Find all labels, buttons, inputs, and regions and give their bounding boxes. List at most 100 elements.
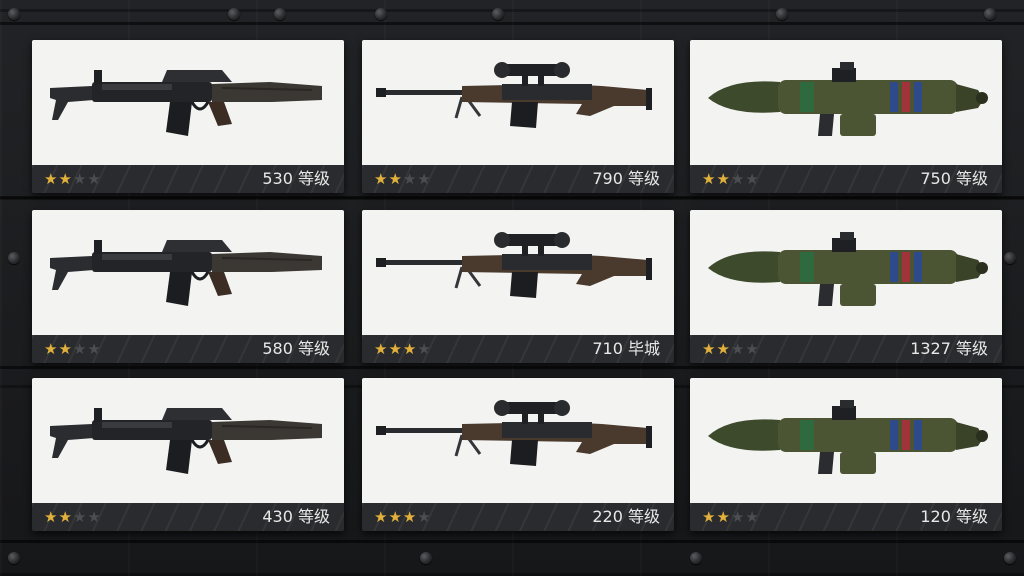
sniper-rifle-icon — [376, 400, 652, 466]
card-info-bar: ★★★★ 580 等级 — [32, 335, 344, 363]
weapon-card-assault-rifle[interactable]: ★★★★ 530 等级 — [32, 40, 344, 193]
star-empty-icon: ★ — [730, 170, 746, 188]
weapon-image — [690, 40, 1002, 165]
level-label: 790 等级 — [592, 169, 660, 188]
weapon-card-rocket-launcher[interactable]: ★★★★ 750 等级 — [690, 40, 1002, 193]
star-empty-icon: ★ — [72, 170, 88, 188]
weapon-card-rocket-launcher[interactable]: ★★★★ 120 等级 — [690, 378, 1002, 531]
star-rating: ★★★★ — [374, 339, 432, 359]
rocket-launcher-icon — [708, 62, 988, 136]
star-empty-icon: ★ — [72, 340, 88, 358]
star-empty-icon: ★ — [730, 340, 746, 358]
star-empty-icon: ★ — [745, 170, 760, 188]
level-label: 710 毕城 — [592, 339, 660, 358]
star-empty-icon: ★ — [402, 170, 418, 188]
rivet — [776, 8, 788, 20]
star-empty-icon: ★ — [745, 340, 760, 358]
assault-rifle-icon — [50, 240, 322, 306]
rivet — [984, 8, 996, 20]
plate-seam — [0, 366, 1024, 369]
star-empty-icon: ★ — [417, 170, 432, 188]
weapon-card-assault-rifle[interactable]: ★★★★ 580 等级 — [32, 210, 344, 363]
level-label: 750 等级 — [920, 169, 988, 188]
star-filled-icon: ★ — [58, 508, 73, 526]
plate-seam — [0, 540, 1024, 543]
star-filled-icon: ★ — [388, 508, 403, 526]
card-info-bar: ★★★★ 1327 等级 — [690, 335, 1002, 363]
star-filled-icon: ★ — [388, 340, 403, 358]
star-filled-icon: ★ — [702, 170, 717, 188]
rivet — [8, 252, 20, 264]
sniper-rifle-icon — [376, 232, 652, 298]
rivet — [375, 8, 387, 20]
rocket-launcher-icon — [708, 232, 988, 306]
weapon-image — [362, 40, 674, 165]
star-rating: ★★★★ — [374, 169, 432, 189]
plate-seam — [0, 22, 1024, 25]
weapon-image — [32, 210, 344, 335]
plate-seam — [0, 196, 1024, 199]
weapon-card-sniper-rifle[interactable]: ★★★★ 220 等级 — [362, 378, 674, 531]
rivet — [1004, 252, 1016, 264]
star-filled-icon: ★ — [44, 170, 59, 188]
card-info-bar: ★★★★ 530 等级 — [32, 165, 344, 193]
star-filled-icon: ★ — [716, 340, 731, 358]
level-label: 1327 等级 — [910, 339, 988, 358]
level-label: 580 等级 — [262, 339, 330, 358]
star-filled-icon: ★ — [402, 508, 418, 526]
rivet — [274, 8, 286, 20]
star-rating: ★★★★ — [44, 507, 102, 527]
card-info-bar: ★★★★ 220 等级 — [362, 503, 674, 531]
star-empty-icon: ★ — [417, 340, 432, 358]
rivet — [228, 8, 240, 20]
star-empty-icon: ★ — [72, 508, 88, 526]
star-filled-icon: ★ — [374, 170, 389, 188]
sniper-rifle-icon — [376, 62, 652, 128]
rivet — [690, 552, 702, 564]
weapon-card-sniper-rifle[interactable]: ★★★★ 710 毕城 — [362, 210, 674, 363]
weapon-card-rocket-launcher[interactable]: ★★★★ 1327 等级 — [690, 210, 1002, 363]
rivet — [8, 8, 20, 20]
star-filled-icon: ★ — [702, 508, 717, 526]
assault-rifle-icon — [50, 70, 322, 136]
star-rating: ★★★★ — [44, 339, 102, 359]
level-label: 530 等级 — [262, 169, 330, 188]
level-label: 120 等级 — [920, 507, 988, 526]
star-filled-icon: ★ — [716, 508, 731, 526]
weapon-card-assault-rifle[interactable]: ★★★★ 430 等级 — [32, 378, 344, 531]
star-empty-icon: ★ — [87, 170, 102, 188]
weapon-card-sniper-rifle[interactable]: ★★★★ 790 等级 — [362, 40, 674, 193]
level-label: 430 等级 — [262, 507, 330, 526]
star-rating: ★★★★ — [702, 339, 760, 359]
rivet — [420, 552, 432, 564]
star-empty-icon: ★ — [745, 508, 760, 526]
weapon-image — [690, 378, 1002, 503]
star-filled-icon: ★ — [374, 508, 389, 526]
rivet — [8, 552, 20, 564]
card-info-bar: ★★★★ 710 毕城 — [362, 335, 674, 363]
star-rating: ★★★★ — [702, 169, 760, 189]
star-filled-icon: ★ — [374, 340, 389, 358]
card-info-bar: ★★★★ 790 等级 — [362, 165, 674, 193]
star-empty-icon: ★ — [730, 508, 746, 526]
assault-rifle-icon — [50, 408, 322, 474]
star-filled-icon: ★ — [58, 340, 73, 358]
star-filled-icon: ★ — [44, 340, 59, 358]
star-empty-icon: ★ — [417, 508, 432, 526]
star-filled-icon: ★ — [716, 170, 731, 188]
rivet — [492, 8, 504, 20]
card-info-bar: ★★★★ 120 等级 — [690, 503, 1002, 531]
star-filled-icon: ★ — [58, 170, 73, 188]
star-filled-icon: ★ — [44, 508, 59, 526]
rocket-launcher-icon — [708, 400, 988, 474]
star-filled-icon: ★ — [702, 340, 717, 358]
rivet — [1004, 552, 1016, 564]
level-label: 220 等级 — [592, 507, 660, 526]
card-info-bar: ★★★★ 750 等级 — [690, 165, 1002, 193]
star-rating: ★★★★ — [44, 169, 102, 189]
weapon-image — [362, 210, 674, 335]
armory-screen: ★★★★ 530 等级 ★★★★ 790 等级 ★★★★ 750 等级 ★★★★… — [0, 0, 1024, 576]
star-empty-icon: ★ — [87, 340, 102, 358]
card-info-bar: ★★★★ 430 等级 — [32, 503, 344, 531]
weapon-image — [32, 40, 344, 165]
